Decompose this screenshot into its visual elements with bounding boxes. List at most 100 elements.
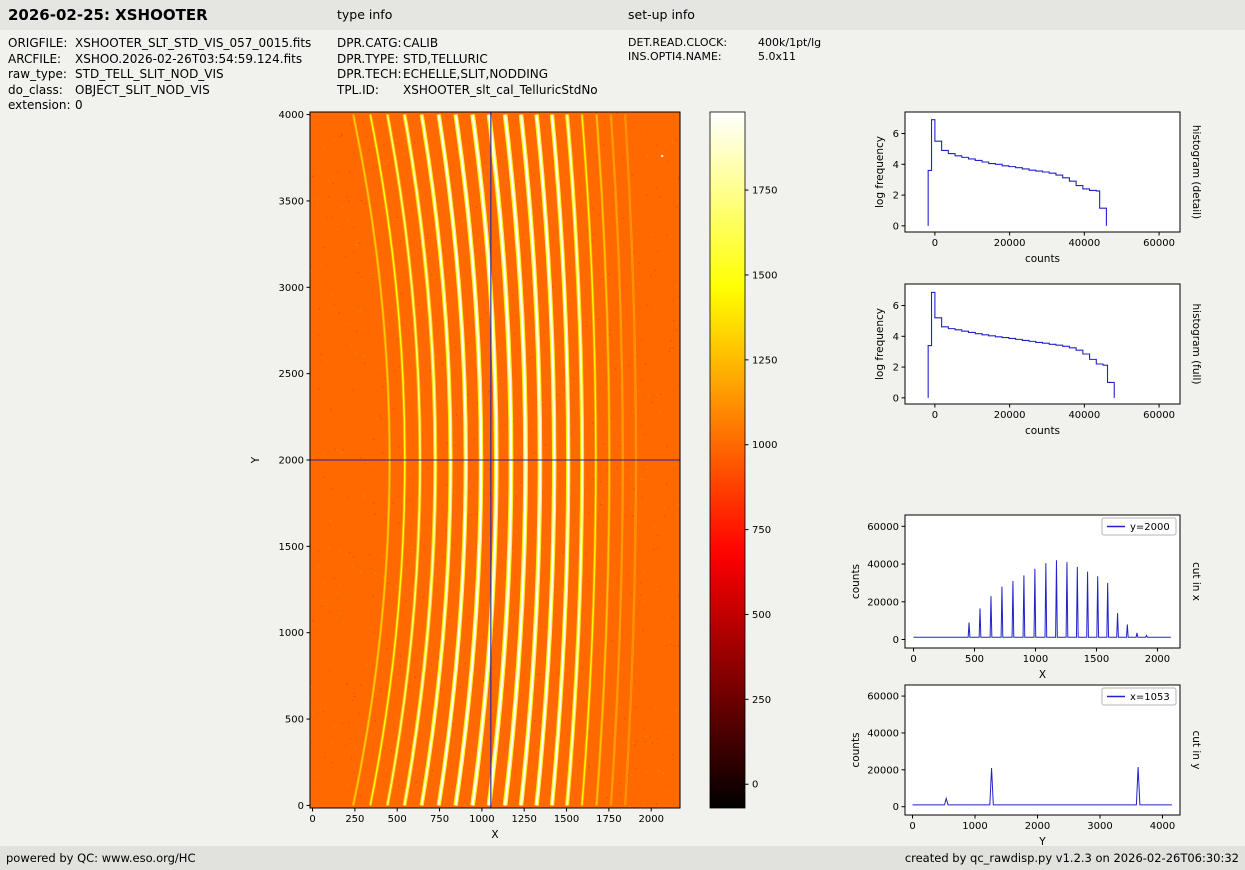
svg-text:counts: counts <box>850 564 862 599</box>
histogram-full-figure: 02000040000600000246countslog frequencyh… <box>840 275 1230 447</box>
svg-text:1500: 1500 <box>1084 654 1109 665</box>
field-value: STD,TELLURIC <box>403 52 488 66</box>
field-label: DPR.TYPE: <box>337 52 403 68</box>
svg-text:3000: 3000 <box>279 283 304 294</box>
svg-text:1000: 1000 <box>962 821 987 832</box>
svg-text:1750: 1750 <box>596 814 621 825</box>
field-label: raw_type: <box>8 67 75 83</box>
svg-text:log frequency: log frequency <box>874 136 886 208</box>
type-info-heading: type info <box>337 0 392 30</box>
field-value: CALIB <box>403 36 438 50</box>
footer-bar: powered by QC: www.eso.org/HC created by… <box>0 846 1245 870</box>
svg-text:0: 0 <box>893 393 899 404</box>
field-label: ARCFILE: <box>8 52 75 68</box>
svg-text:0: 0 <box>893 221 899 232</box>
field-label: ORIGFILE: <box>8 36 75 52</box>
svg-text:1000: 1000 <box>1023 654 1048 665</box>
svg-text:3000: 3000 <box>1087 821 1112 832</box>
svg-text:500: 500 <box>965 654 984 665</box>
svg-text:250: 250 <box>345 814 364 825</box>
file-info-row: raw_type:STD_TELL_SLIT_NOD_VIS <box>8 67 311 83</box>
svg-text:Y: Y <box>1038 836 1046 846</box>
svg-text:X: X <box>491 829 498 841</box>
svg-text:4: 4 <box>893 160 899 171</box>
svg-text:2000: 2000 <box>279 456 304 467</box>
svg-text:250: 250 <box>752 695 771 706</box>
field-value: 5.0x11 <box>758 50 796 63</box>
field-label: do_class: <box>8 83 75 99</box>
svg-text:4: 4 <box>893 332 899 343</box>
svg-text:counts: counts <box>1025 253 1060 265</box>
svg-text:counts: counts <box>850 732 862 767</box>
svg-text:1250: 1250 <box>511 814 536 825</box>
svg-text:500: 500 <box>388 814 407 825</box>
field-label: DPR.CATG: <box>337 36 403 52</box>
setup-info-row: INS.OPTI4.NAME:5.0x11 <box>628 50 821 64</box>
svg-text:log frequency: log frequency <box>874 308 886 380</box>
svg-text:0: 0 <box>909 821 915 832</box>
svg-text:1500: 1500 <box>752 270 777 281</box>
svg-text:Y: Y <box>250 456 262 464</box>
file-info-row: ARCFILE:XSHOO.2026-02-26T03:54:59.124.fi… <box>8 52 311 68</box>
svg-text:60000: 60000 <box>1143 410 1175 421</box>
svg-text:6: 6 <box>893 301 899 312</box>
svg-text:0: 0 <box>298 801 304 812</box>
cut-in-x-plot: 05001000150020000200004000060000Xcountsc… <box>840 506 1230 678</box>
svg-text:20000: 20000 <box>994 410 1026 421</box>
svg-text:1750: 1750 <box>752 186 777 197</box>
type-info-row: DPR.TECH:ECHELLE,SLIT,NODDING <box>337 67 598 83</box>
svg-text:40000: 40000 <box>1068 410 1100 421</box>
field-label: extension: <box>8 98 75 114</box>
svg-text:4000: 4000 <box>1150 821 1175 832</box>
qc-report-page: 2026-02-25: XSHOOTER type info set-up in… <box>0 0 1245 870</box>
field-value: STD_TELL_SLIT_NOD_VIS <box>75 67 224 81</box>
svg-text:cut in y: cut in y <box>1190 730 1202 769</box>
svg-text:20000: 20000 <box>867 765 899 776</box>
svg-text:750: 750 <box>752 525 771 536</box>
field-value: ECHELLE,SLIT,NODDING <box>403 67 548 81</box>
svg-text:0: 0 <box>932 410 938 421</box>
svg-text:3500: 3500 <box>279 196 304 207</box>
svg-text:0: 0 <box>309 814 315 825</box>
svg-text:2000: 2000 <box>1025 821 1050 832</box>
raw-echelle-image-plot: 0250500750100012501500175020000500100015… <box>230 98 810 862</box>
cut-in-y-figure: 010002000300040000200004000060000Ycounts… <box>840 676 1230 846</box>
svg-text:20000: 20000 <box>867 597 899 608</box>
svg-text:60000: 60000 <box>1143 238 1175 249</box>
field-value: XSHOOTER_SLT_STD_VIS_057_0015.fits <box>75 36 311 50</box>
field-value: XSHOO.2026-02-26T03:54:59.124.fits <box>75 52 302 66</box>
svg-text:2: 2 <box>893 363 899 374</box>
svg-text:1000: 1000 <box>752 440 777 451</box>
file-info-row: do_class:OBJECT_SLIT_NOD_VIS <box>8 83 311 99</box>
setup-info-block: DET.READ.CLOCK:400k/1pt/lg INS.OPTI4.NAM… <box>628 36 821 63</box>
svg-text:1250: 1250 <box>752 355 777 366</box>
field-value: 400k/1pt/lg <box>758 36 821 49</box>
page-title: 2026-02-25: XSHOOTER <box>8 0 208 30</box>
setup-info-row: DET.READ.CLOCK:400k/1pt/lg <box>628 36 821 50</box>
svg-text:0: 0 <box>893 635 899 646</box>
field-value: 0 <box>75 98 83 112</box>
svg-text:cut in x: cut in x <box>1190 562 1202 601</box>
field-label: INS.OPTI4.NAME: <box>628 50 758 64</box>
svg-text:0: 0 <box>932 238 938 249</box>
svg-text:2000: 2000 <box>1145 654 1170 665</box>
field-label: DET.READ.CLOCK: <box>628 36 758 50</box>
svg-text:2000: 2000 <box>638 814 663 825</box>
svg-text:40000: 40000 <box>1068 238 1100 249</box>
title-bar: 2026-02-25: XSHOOTER type info set-up in… <box>0 0 1245 30</box>
svg-text:40000: 40000 <box>867 728 899 739</box>
field-label: TPL.ID: <box>337 83 403 99</box>
svg-text:500: 500 <box>285 715 304 726</box>
svg-text:500: 500 <box>752 610 771 621</box>
svg-text:1000: 1000 <box>469 814 494 825</box>
svg-text:60000: 60000 <box>867 692 899 703</box>
type-info-row: DPR.CATG:CALIB <box>337 36 598 52</box>
svg-text:4000: 4000 <box>279 110 304 121</box>
svg-text:0: 0 <box>910 654 916 665</box>
histogram-detail-plot: 02000040000600000246countslog frequencyh… <box>840 103 1230 275</box>
cut-in-y-plot: 010002000300040000200004000060000Ycounts… <box>840 676 1230 846</box>
field-value: XSHOOTER_slt_cal_TelluricStdNo <box>403 83 598 97</box>
histogram-detail-figure: 02000040000600000246countslog frequencyh… <box>840 103 1230 275</box>
raw-image-figure: 0250500750100012501500175020000500100015… <box>230 98 810 862</box>
svg-text:40000: 40000 <box>867 560 899 571</box>
